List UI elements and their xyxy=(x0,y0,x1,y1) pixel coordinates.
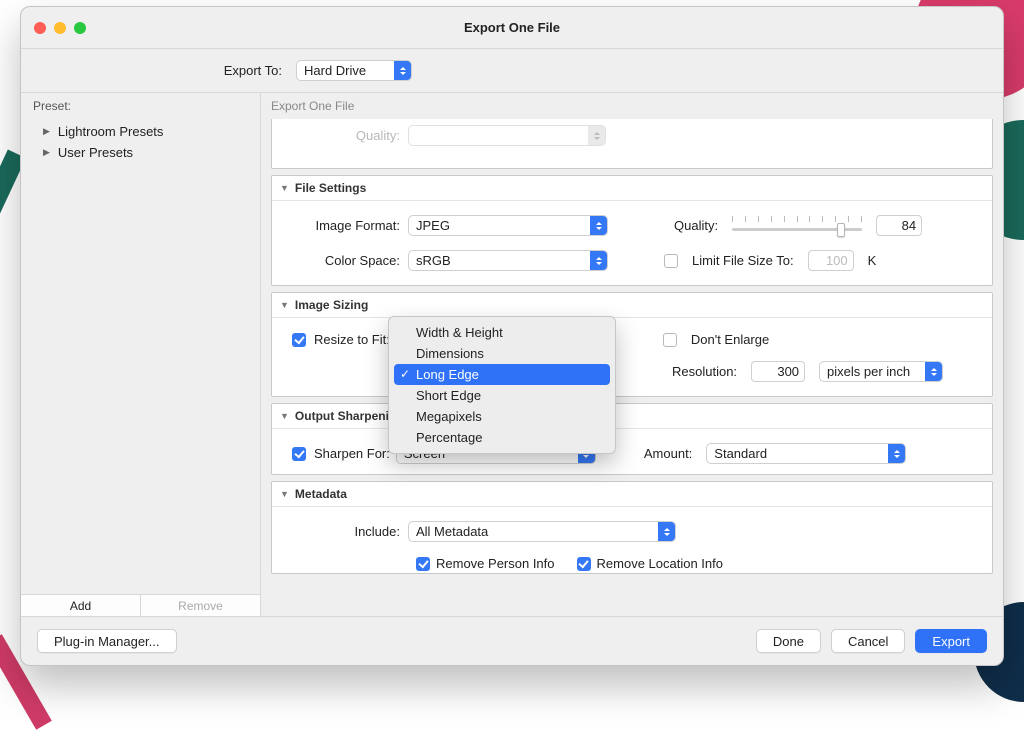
resolution-input[interactable] xyxy=(751,361,805,382)
dont-enlarge-checkbox[interactable] xyxy=(663,333,677,347)
amount-select[interactable]: Standard xyxy=(706,443,906,464)
close-icon[interactable] xyxy=(34,22,46,34)
window-title: Export One File xyxy=(21,20,1003,35)
menu-item-short-edge[interactable]: Short Edge xyxy=(394,385,610,406)
preset-folder-lightroom[interactable]: ▶ Lightroom Presets xyxy=(21,121,260,142)
menu-item-percentage[interactable]: Percentage xyxy=(394,427,610,448)
remove-person-checkbox[interactable] xyxy=(416,557,430,571)
select-stepper-icon xyxy=(888,444,905,463)
preset-folder-label: Lightroom Presets xyxy=(58,124,164,139)
dialog-footer: Plug-in Manager... Done Cancel Export xyxy=(21,616,1003,665)
maximise-icon[interactable] xyxy=(74,22,86,34)
limit-filesize-checkbox[interactable] xyxy=(664,254,678,268)
panel-top-stub: Quality: xyxy=(271,119,993,169)
select-stepper-icon xyxy=(590,251,607,270)
preset-folder-user[interactable]: ▶ User Presets xyxy=(21,142,260,163)
limit-filesize-input[interactable] xyxy=(808,250,854,271)
export-dialog: Export One File Export To: Hard Drive Pr… xyxy=(20,6,1004,666)
panel-file-settings: ▼ File Settings Image Format: JPEG xyxy=(271,175,993,286)
triangle-down-icon: ▼ xyxy=(280,489,289,499)
panel-header-file-settings[interactable]: ▼ File Settings xyxy=(272,176,992,201)
include-label: Include: xyxy=(280,524,408,539)
check-icon: ✓ xyxy=(400,367,410,381)
minimise-icon[interactable] xyxy=(54,22,66,34)
resolution-label: Resolution: xyxy=(672,364,737,379)
export-button[interactable]: Export xyxy=(915,629,987,653)
remove-person-label: Remove Person Info xyxy=(436,556,555,571)
quality-label: Quality: xyxy=(674,218,718,233)
quality-input[interactable] xyxy=(876,215,922,236)
resize-to-fit-menu[interactable]: Width & Height Dimensions ✓ Long Edge Short … xyxy=(388,316,616,454)
select-stepper-icon xyxy=(658,522,675,541)
menu-item-label: Dimensions xyxy=(416,346,484,361)
triangle-down-icon: ▼ xyxy=(280,300,289,310)
cancel-button[interactable]: Cancel xyxy=(831,629,905,653)
panel-header-image-sizing[interactable]: ▼ Image Sizing xyxy=(272,293,992,318)
menu-item-label: Short Edge xyxy=(416,388,481,403)
limit-filesize-label: Limit File Size To: xyxy=(692,253,794,268)
panel-header-metadata[interactable]: ▼ Metadata xyxy=(272,482,992,507)
panel-output-sharpening: ▼ Output Sharpening Sharpen For: Screen xyxy=(271,403,993,475)
menu-item-label: Long Edge xyxy=(416,367,479,382)
preset-sidebar: Preset: ▶ Lightroom Presets ▶ User Prese… xyxy=(21,93,261,616)
panel-metadata: ▼ Metadata Include: All Metadata xyxy=(271,481,993,574)
remove-location-checkbox[interactable] xyxy=(577,557,591,571)
select-stepper-icon xyxy=(394,61,411,80)
plugin-manager-button[interactable]: Plug-in Manager... xyxy=(37,629,177,653)
include-metadata-select[interactable]: All Metadata xyxy=(408,521,676,542)
remove-location-label: Remove Location Info xyxy=(597,556,723,571)
export-to-label: Export To: xyxy=(21,63,296,78)
resolution-unit-select[interactable]: pixels per inch xyxy=(819,361,943,382)
limit-filesize-unit: K xyxy=(868,253,877,268)
preset-header: Preset: xyxy=(21,93,260,119)
image-format-select[interactable]: JPEG xyxy=(408,215,608,236)
done-button[interactable]: Done xyxy=(756,629,821,653)
main-header: Export One File xyxy=(261,93,1003,119)
quality-slider[interactable] xyxy=(732,216,862,236)
sharpen-for-checkbox[interactable] xyxy=(292,447,306,461)
triangle-down-icon: ▼ xyxy=(280,183,289,193)
triangle-down-icon: ▼ xyxy=(280,411,289,421)
export-to-row: Export To: Hard Drive xyxy=(21,49,1003,93)
color-space-label: Color Space: xyxy=(280,253,408,268)
settings-pane: Export One File Quality: xyxy=(261,93,1003,616)
resize-to-fit-label: Resize to Fit: xyxy=(306,332,396,347)
resize-to-fit-checkbox[interactable] xyxy=(292,333,306,347)
menu-item-label: Percentage xyxy=(416,430,483,445)
panel-image-sizing: ▼ Image Sizing Resize to Fit: Don't Enla… xyxy=(271,292,993,397)
image-format-label: Image Format: xyxy=(280,218,408,233)
menu-item-dimensions[interactable]: Dimensions xyxy=(394,343,610,364)
titlebar: Export One File xyxy=(21,7,1003,49)
remove-preset-button[interactable]: Remove xyxy=(141,595,260,616)
menu-item-megapixels[interactable]: Megapixels xyxy=(394,406,610,427)
select-stepper-icon xyxy=(925,362,942,381)
export-to-select[interactable]: Hard Drive xyxy=(296,60,412,81)
preset-folder-label: User Presets xyxy=(58,145,133,160)
menu-item-long-edge[interactable]: ✓ Long Edge xyxy=(394,364,610,385)
select-stepper-icon xyxy=(590,216,607,235)
menu-item-label: Megapixels xyxy=(416,409,482,424)
color-space-select[interactable]: sRGB xyxy=(408,250,608,271)
chevron-right-icon: ▶ xyxy=(43,147,50,158)
quality-label: Quality: xyxy=(280,128,408,143)
menu-item-width-height[interactable]: Width & Height xyxy=(394,322,610,343)
add-preset-button[interactable]: Add xyxy=(21,595,141,616)
quality-select-disabled xyxy=(408,125,606,146)
sharpen-for-label: Sharpen For: xyxy=(306,446,396,461)
amount-label: Amount: xyxy=(644,446,692,461)
panel-header-output-sharpening[interactable]: ▼ Output Sharpening xyxy=(272,404,992,429)
dont-enlarge-label: Don't Enlarge xyxy=(691,332,769,347)
chevron-right-icon: ▶ xyxy=(43,126,50,137)
menu-item-label: Width & Height xyxy=(416,325,503,340)
